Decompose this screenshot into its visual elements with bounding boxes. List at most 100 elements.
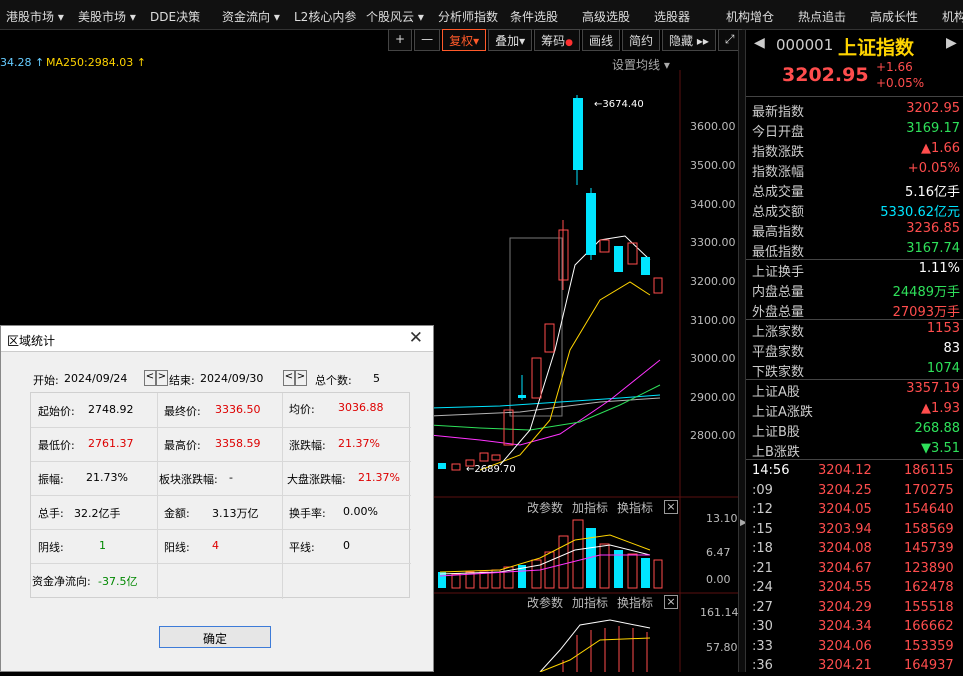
sub1-close-icon[interactable]: ×: [664, 500, 678, 514]
menu-stock-news[interactable]: 个股风云 ▾: [366, 8, 424, 25]
tick-row: :12 3204.05 154640: [746, 501, 963, 520]
menu-l2[interactable]: L2核心内参: [294, 8, 356, 25]
stat-value: ▲1.93: [921, 401, 960, 416]
stat-label: 上证B股: [752, 425, 800, 440]
tick-price: 3204.55: [818, 580, 872, 595]
next-stock-icon[interactable]: ▶: [946, 35, 957, 51]
draw-line-button[interactable]: 画线: [582, 29, 621, 51]
stat-label: 今日开盘: [752, 125, 805, 140]
tick-price: 3204.67: [818, 560, 872, 576]
end-prev-button[interactable]: <: [283, 370, 295, 386]
start-next-button[interactable]: >: [156, 370, 168, 386]
fund-flow-label: 资金净流向:: [32, 575, 91, 588]
stat-label: 平盘家数: [752, 345, 805, 360]
fund-flow-value: -37.5亿: [98, 575, 138, 588]
total-volume-label: 总手:: [38, 507, 64, 520]
price-tick: 3000.00: [690, 352, 736, 365]
market-change-value: 21.37%: [358, 471, 400, 484]
stat-label: 指数涨跌: [752, 145, 805, 160]
stat-row: 上涨家数 1153: [752, 320, 960, 340]
change-pct-value: 21.37%: [338, 437, 380, 450]
sub1-add-indicator[interactable]: 加指标: [572, 499, 608, 516]
stock-code: 000001: [776, 36, 834, 54]
stat-value: 27093万手: [892, 305, 960, 320]
stat-value: 3169.17: [906, 121, 960, 136]
stat-value: 5330.62亿元: [880, 205, 960, 220]
low-price-value: 2761.37: [88, 437, 134, 450]
end-next-button[interactable]: >: [295, 370, 307, 386]
stat-value: 3236.85: [906, 221, 960, 236]
price-tick: 3500.00: [690, 159, 736, 172]
menu-analyst-index[interactable]: 分析师指数: [438, 8, 498, 25]
end-label: 结束:: [169, 374, 195, 387]
tick-price: 3204.06: [818, 638, 872, 654]
start-prev-button[interactable]: <: [144, 370, 156, 386]
count-label: 总个数:: [315, 374, 352, 387]
menu-fund-flow[interactable]: 资金流向 ▾: [222, 8, 280, 25]
panel-splitter[interactable]: ▶: [738, 30, 747, 672]
turnover-label: 换手率:: [289, 507, 326, 520]
simple-button[interactable]: 简约: [622, 29, 661, 51]
overlay-button[interactable]: 叠加▾: [488, 29, 533, 51]
price-tick: 3100.00: [690, 314, 736, 327]
latest-price: 3202.95: [782, 64, 869, 86]
menu-condition-select[interactable]: 条件选股: [510, 8, 558, 25]
total-volume-value: 32.2亿手: [74, 507, 121, 520]
menu-inst[interactable]: 机构: [942, 8, 963, 25]
tick-volume: 123890: [904, 560, 954, 576]
close-icon[interactable]: ✕: [409, 328, 423, 348]
chip-button[interactable]: 筹码●: [534, 29, 580, 51]
tick-row: :27 3204.29 155518: [746, 599, 963, 618]
open-price-label: 起始价:: [38, 405, 75, 418]
stat-value: +0.05%: [907, 161, 960, 176]
bull-candles-value: 4: [212, 539, 219, 552]
tick-price: 3204.25: [818, 482, 872, 498]
tick-volume: 162478: [904, 580, 954, 595]
tick-time: :27: [752, 599, 773, 615]
sector-change-value: -: [229, 471, 233, 484]
stat-row: 上证B股 268.88: [752, 420, 960, 440]
price-tick: 3200.00: [690, 275, 736, 288]
tick-time: :21: [752, 560, 773, 576]
avg-price-label: 均价:: [289, 403, 315, 416]
turnover-value: 0.00%: [343, 505, 378, 518]
zoom-out-button[interactable]: —: [414, 29, 441, 51]
start-label: 开始:: [33, 374, 59, 387]
tick-time: :36: [752, 658, 773, 673]
tick-time: :15: [752, 521, 773, 537]
stat-value: 83: [943, 341, 960, 356]
menu-stock-picker[interactable]: 选股器: [654, 8, 690, 25]
dialog-title-bar[interactable]: 区域统计 ✕: [1, 326, 433, 352]
ok-button[interactable]: 确定: [159, 626, 271, 648]
fuquan-button[interactable]: 复权▾: [442, 29, 487, 51]
menu-hotspot[interactable]: 热点追击: [798, 8, 846, 25]
tick-volume: 145739: [904, 541, 954, 556]
sub2-add-indicator[interactable]: 加指标: [572, 594, 608, 611]
sub1-modify-params[interactable]: 改参数: [527, 499, 563, 516]
prev-stock-icon[interactable]: ◀: [754, 35, 765, 51]
stat-label: 总成交量: [752, 185, 805, 200]
menu-advanced-select[interactable]: 高级选股: [582, 8, 630, 25]
menu-inst-increase[interactable]: 机构增仓: [726, 8, 774, 25]
flat-candles-value: 0: [343, 539, 350, 552]
menu-dde[interactable]: DDE决策: [150, 8, 200, 25]
stat-label: 内盘总量: [752, 285, 805, 300]
sub2-switch-indicator[interactable]: 换指标: [617, 594, 653, 611]
sub1-switch-indicator[interactable]: 换指标: [617, 499, 653, 516]
sub1-tick: 13.10: [706, 512, 738, 525]
price-change-pct: +0.05%: [876, 76, 925, 90]
tick-time: :12: [752, 502, 773, 517]
stat-row: 平盘家数 83: [752, 340, 960, 360]
menu-us-market[interactable]: 美股市场 ▾: [78, 8, 136, 25]
high-price-value: 3358.59: [215, 437, 261, 450]
sub2-close-icon[interactable]: ×: [664, 595, 678, 609]
stat-label: 最高指数: [752, 225, 805, 240]
stat-row: 最低指数 3167.74: [752, 240, 960, 260]
hide-button[interactable]: 隐藏 ▸▸: [662, 29, 716, 51]
stat-value: 268.88: [914, 421, 961, 436]
zoom-in-button[interactable]: +: [388, 29, 413, 51]
stat-label: 上B涨跌: [752, 445, 800, 460]
menu-high-growth[interactable]: 高成长性: [870, 8, 918, 25]
menu-hk-market[interactable]: 港股市场 ▾: [6, 8, 64, 25]
sub2-modify-params[interactable]: 改参数: [527, 594, 563, 611]
